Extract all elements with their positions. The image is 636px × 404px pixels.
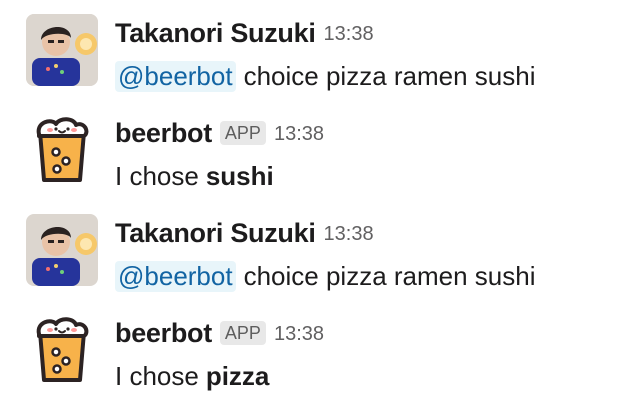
- message-item: beerbot APP 13:38 I chose pizza: [0, 300, 636, 400]
- beer-icon: [26, 114, 98, 186]
- message-body: I chose pizza: [115, 357, 269, 395]
- sender-name[interactable]: Takanori Suzuki: [115, 218, 316, 249]
- beer-icon: [26, 314, 98, 386]
- message-body: @beerbot choice pizza ramen sushi: [115, 57, 536, 95]
- message-text: choice pizza ramen sushi: [243, 260, 536, 291]
- message-header: Takanori Suzuki 13:38: [115, 15, 374, 51]
- message-item: Takanori Suzuki 13:38 @beerbot choice pi…: [0, 0, 636, 100]
- message-text: choice pizza ramen sushi: [243, 60, 536, 91]
- timestamp[interactable]: 13:38: [324, 223, 374, 246]
- message-text: I chose: [115, 360, 199, 391]
- bot-avatar[interactable]: [26, 114, 98, 186]
- timestamp[interactable]: 13:38: [324, 23, 374, 46]
- message-item: beerbot APP 13:38 I chose sushi: [0, 100, 636, 200]
- user-avatar[interactable]: [26, 214, 98, 286]
- app-badge: APP: [219, 121, 266, 145]
- timestamp[interactable]: 13:38: [274, 123, 324, 146]
- sender-name[interactable]: Takanori Suzuki: [115, 18, 316, 49]
- user-avatar[interactable]: [26, 14, 98, 86]
- message-header: beerbot APP 13:38: [115, 115, 324, 151]
- sender-name[interactable]: beerbot: [115, 118, 212, 149]
- chosen-option: pizza: [205, 360, 270, 391]
- message-body: I chose sushi: [115, 157, 274, 195]
- bot-avatar[interactable]: [26, 314, 98, 386]
- user-mention[interactable]: @beerbot: [115, 260, 236, 292]
- chosen-option: sushi: [205, 160, 274, 191]
- message-header: beerbot APP 13:38: [115, 315, 324, 351]
- user-photo-icon: [26, 214, 98, 286]
- user-photo-icon: [26, 14, 98, 86]
- message-item: Takanori Suzuki 13:38 @beerbot choice pi…: [0, 200, 636, 300]
- message-text: I chose: [115, 160, 199, 191]
- message-header: Takanori Suzuki 13:38: [115, 215, 374, 251]
- sender-name[interactable]: beerbot: [115, 318, 212, 349]
- app-badge: APP: [219, 321, 266, 345]
- message-body: @beerbot choice pizza ramen sushi: [115, 257, 536, 295]
- timestamp[interactable]: 13:38: [274, 323, 324, 346]
- user-mention[interactable]: @beerbot: [115, 60, 236, 92]
